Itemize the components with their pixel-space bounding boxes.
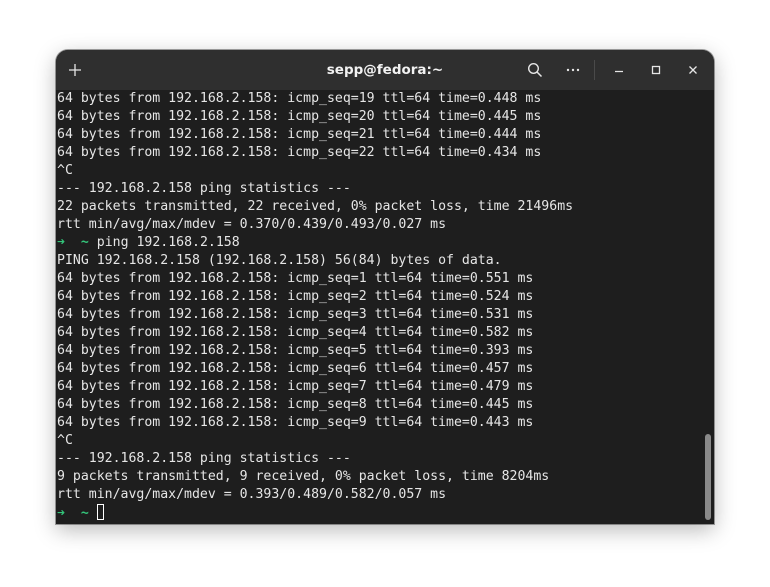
menu-button[interactable]: [559, 56, 587, 84]
terminal-window: sepp@fedora:~ 64 bytes from 192.168.2.15…: [56, 50, 714, 524]
output-line: 64 bytes from 192.168.2.158: icmp_seq=22…: [57, 145, 542, 160]
output-line: --- 192.168.2.158 ping statistics ---: [57, 181, 351, 196]
prompt-directory: ~: [80, 506, 89, 521]
output-line: 9 packets transmitted, 9 received, 0% pa…: [57, 469, 550, 484]
prompt-arrow-icon: ➜: [57, 235, 65, 250]
prompt-directory: ~: [80, 235, 89, 250]
output-line: 64 bytes from 192.168.2.158: icmp_seq=7 …: [57, 379, 534, 394]
output-line: 64 bytes from 192.168.2.158: icmp_seq=2 …: [57, 289, 534, 304]
output-line: 64 bytes from 192.168.2.158: icmp_seq=3 …: [57, 307, 534, 322]
output-line: 64 bytes from 192.168.2.158: icmp_seq=21…: [57, 127, 542, 142]
text-cursor[interactable]: [96, 504, 104, 520]
output-line: 64 bytes from 192.168.2.158: icmp_seq=1 …: [57, 271, 534, 286]
output-line: 64 bytes from 192.168.2.158: icmp_seq=9 …: [57, 415, 534, 430]
close-button[interactable]: [679, 56, 707, 84]
prompt-arrow-icon: ➜: [57, 506, 65, 521]
terminal-output[interactable]: 64 bytes from 192.168.2.158: icmp_seq=19…: [56, 90, 702, 524]
output-line: rtt min/avg/max/mdev = 0.370/0.439/0.493…: [57, 217, 447, 232]
command-text: ping 192.168.2.158: [96, 235, 240, 250]
output-line: 64 bytes from 192.168.2.158: icmp_seq=6 …: [57, 361, 534, 376]
prompt-input-line: ➜ ~: [57, 504, 702, 522]
output-line: 64 bytes from 192.168.2.158: icmp_seq=4 …: [57, 325, 534, 340]
minimize-button[interactable]: [605, 56, 633, 84]
output-line: ^C: [57, 163, 73, 178]
scrollbar-thumb[interactable]: [705, 434, 711, 520]
output-line: ^C: [57, 433, 73, 448]
prompt-line: ➜ ~ ping 192.168.2.158: [57, 234, 702, 252]
output-line: 64 bytes from 192.168.2.158: icmp_seq=19…: [57, 91, 542, 106]
output-line: 64 bytes from 192.168.2.158: icmp_seq=20…: [57, 109, 542, 124]
titlebar-separator: [594, 60, 595, 80]
output-line: 64 bytes from 192.168.2.158: icmp_seq=5 …: [57, 343, 534, 358]
maximize-icon: [651, 65, 661, 75]
output-line: PING 192.168.2.158 (192.168.2.158) 56(84…: [57, 253, 502, 268]
minimize-icon: [615, 70, 623, 73]
output-line: rtt min/avg/max/mdev = 0.393/0.489/0.582…: [57, 487, 447, 502]
scrollbar[interactable]: [702, 90, 714, 524]
output-line: 64 bytes from 192.168.2.158: icmp_seq=8 …: [57, 397, 534, 412]
ellipsis-icon: [566, 68, 580, 72]
output-line: --- 192.168.2.158 ping statistics ---: [57, 451, 351, 466]
output-line: 22 packets transmitted, 22 received, 0% …: [57, 199, 574, 214]
search-icon: [527, 62, 543, 78]
close-icon: [689, 66, 697, 74]
title-bar[interactable]: sepp@fedora:~: [56, 50, 714, 90]
maximize-button[interactable]: [642, 56, 670, 84]
search-button[interactable]: [521, 56, 549, 84]
